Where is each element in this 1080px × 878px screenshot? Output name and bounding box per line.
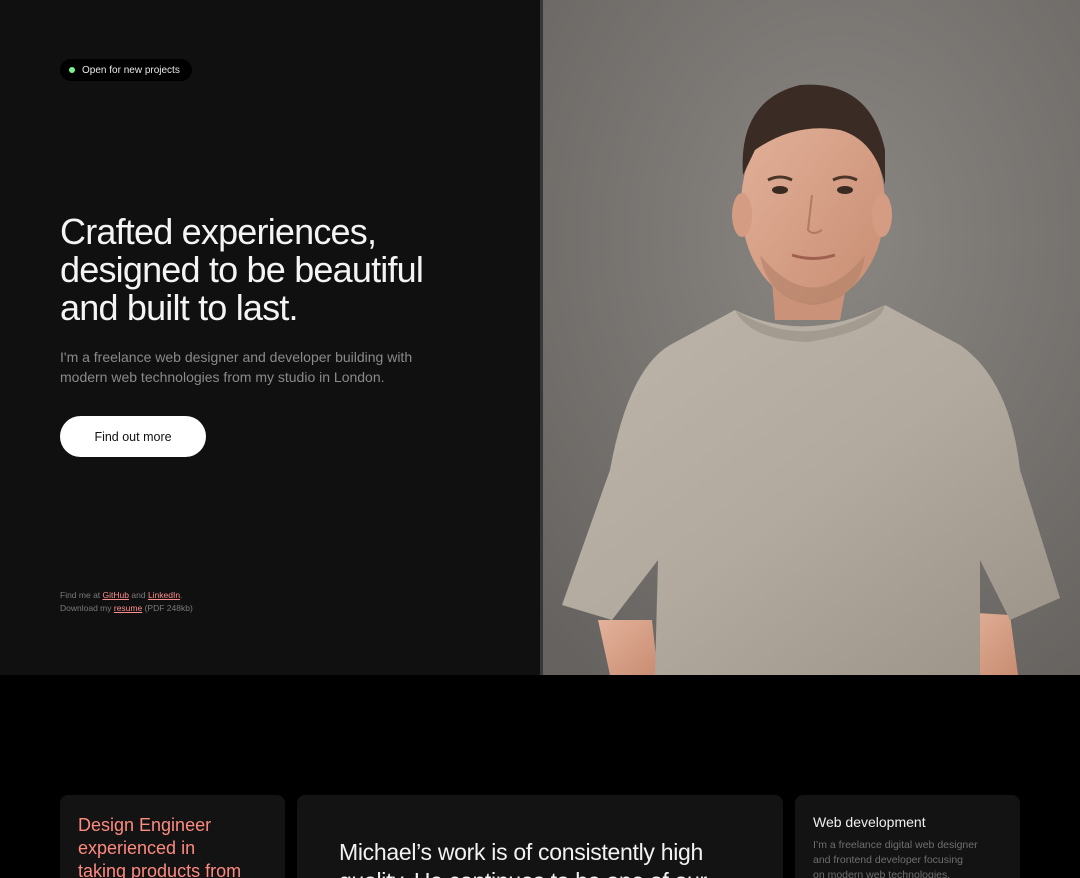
headline-line-1: Crafted experiences, <box>60 211 377 252</box>
social-links: Find me at GitHub and LinkedIn. Download… <box>60 589 193 615</box>
availability-label: Open for new projects <box>82 64 180 76</box>
find-me-line: Find me at GitHub and LinkedIn. <box>60 589 193 602</box>
hero-section: Open for new projects Crafted experience… <box>0 0 1080 675</box>
status-dot-icon <box>69 67 75 73</box>
availability-badge: Open for new projects <box>60 59 192 81</box>
quote-line-2: quality. He continues to be one of our <box>339 867 759 878</box>
portrait-photo <box>540 0 1080 675</box>
role-line-2: experienced in <box>78 838 196 858</box>
testimonial-card: Michael’s work is of consistently high q… <box>297 795 783 878</box>
linkedin-link[interactable]: LinkedIn <box>148 590 180 600</box>
portrait-illustration <box>540 0 1080 675</box>
service-desc-line-1: I’m a freelance digital web designer <box>813 839 978 851</box>
role-text: Design Engineer experienced in taking pr… <box>78 814 241 878</box>
role-card: Design Engineer experienced in taking pr… <box>60 795 285 878</box>
headline-line-2: designed to be beautiful <box>60 249 424 290</box>
hero-headline: Crafted experiences, designed to be beau… <box>60 213 500 327</box>
role-line-1: Design Engineer <box>78 815 212 835</box>
hero-content: Open for new projects Crafted experience… <box>0 0 540 675</box>
intro-line-2: modern web technologies from my studio i… <box>60 369 385 385</box>
service-description: I’m a freelance digital web designer and… <box>813 838 978 878</box>
service-card-web-development: Web development I’m a freelance digital … <box>795 795 1020 878</box>
download-line: Download my resume (PDF 248kb) <box>60 602 193 615</box>
period-text: . <box>180 590 183 600</box>
resume-meta: (PDF 248kb) <box>144 603 193 613</box>
role-line-3: taking products from <box>78 861 242 878</box>
intro-line-1: I'm a freelance web designer and develop… <box>60 349 413 365</box>
and-text: and <box>131 590 146 600</box>
find-me-text: Find me at <box>60 590 101 600</box>
hero-intro: I'm a freelance web designer and develop… <box>60 347 460 387</box>
download-text: Download my <box>60 603 112 613</box>
service-desc-line-3: on modern web technologies. <box>813 869 951 878</box>
headline-line-3: and built to last. <box>60 287 299 328</box>
quote-line-1: Michael’s work is of consistently high <box>339 839 704 865</box>
github-link[interactable]: GitHub <box>103 590 129 600</box>
resume-link[interactable]: resume <box>114 603 142 613</box>
find-out-more-button[interactable]: Find out more <box>60 416 206 457</box>
service-title: Web development <box>813 814 926 830</box>
service-desc-line-2: and frontend developer focusing <box>813 854 964 866</box>
testimonial-quote: Michael’s work is of consistently high q… <box>339 838 759 878</box>
